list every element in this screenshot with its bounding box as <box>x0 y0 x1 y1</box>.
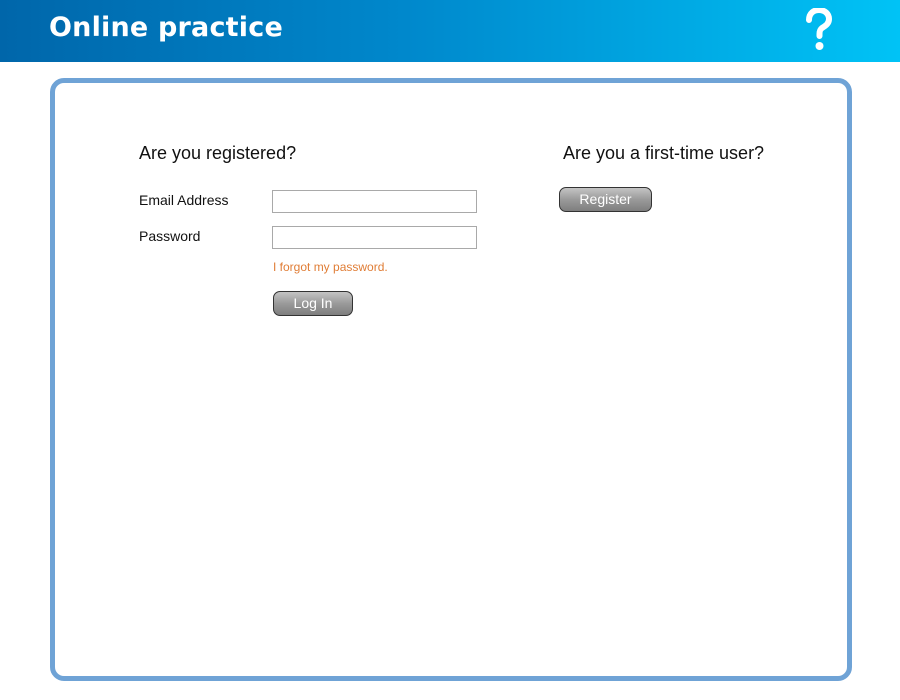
register-heading: Are you a first-time user? <box>563 143 765 163</box>
password-label: Password <box>139 228 201 244</box>
main-panel <box>50 78 852 681</box>
app-header: Online practice <box>0 0 900 62</box>
password-field[interactable] <box>272 226 477 249</box>
register-button[interactable]: Register <box>559 187 652 212</box>
email-label: Email Address <box>139 192 229 208</box>
question-mark-icon[interactable] <box>803 6 833 52</box>
login-button[interactable]: Log In <box>273 291 353 316</box>
email-field[interactable] <box>272 190 477 213</box>
page-title: Online practice <box>49 12 283 43</box>
forgot-password-link[interactable]: I forgot my password. <box>273 260 388 274</box>
login-heading: Are you registered? <box>139 143 297 163</box>
